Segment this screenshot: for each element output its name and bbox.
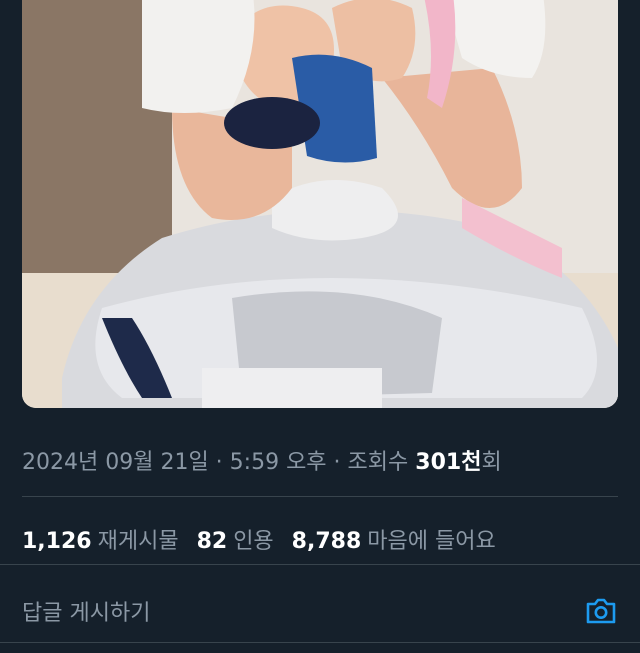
likes-stat[interactable]: 8,788 마음에 들어요 xyxy=(292,529,514,554)
separator: · xyxy=(208,450,230,475)
views-count[interactable]: 301천 xyxy=(415,450,481,475)
likes-label: 마음에 들어요 xyxy=(367,529,496,554)
photo-illustration xyxy=(22,0,618,408)
divider xyxy=(0,642,640,643)
tweet-meta: 2024년 09월 21일 · 5:59 오후 · 조회수 301천회 xyxy=(22,444,502,476)
likes-count: 8,788 xyxy=(291,529,362,554)
tweet-time[interactable]: 5:59 오후 xyxy=(230,450,327,475)
retweets-stat[interactable]: 1,126 재게시물 xyxy=(22,529,197,554)
views-label: 조회수 xyxy=(347,450,416,475)
divider xyxy=(22,496,618,497)
tweet-date[interactable]: 2024년 09월 21일 xyxy=(22,450,209,475)
retweets-label: 재게시물 xyxy=(97,529,179,554)
tweet-photo[interactable] xyxy=(22,0,618,408)
quotes-stat[interactable]: 82 인용 xyxy=(197,529,292,554)
quotes-label: 인용 xyxy=(233,529,274,554)
views-suffix: 회 xyxy=(481,450,502,475)
separator: · xyxy=(326,450,348,475)
engagement-stats: 1,126 재게시물 82 인용 8,788 마음에 들어요 xyxy=(22,523,514,555)
reply-composer[interactable]: 답글 게시하기 xyxy=(22,596,618,626)
retweets-count: 1,126 xyxy=(22,529,92,554)
quotes-count: 82 xyxy=(196,529,228,554)
camera-icon[interactable] xyxy=(584,594,618,628)
divider xyxy=(0,564,640,565)
reply-input[interactable]: 답글 게시하기 xyxy=(22,595,150,627)
